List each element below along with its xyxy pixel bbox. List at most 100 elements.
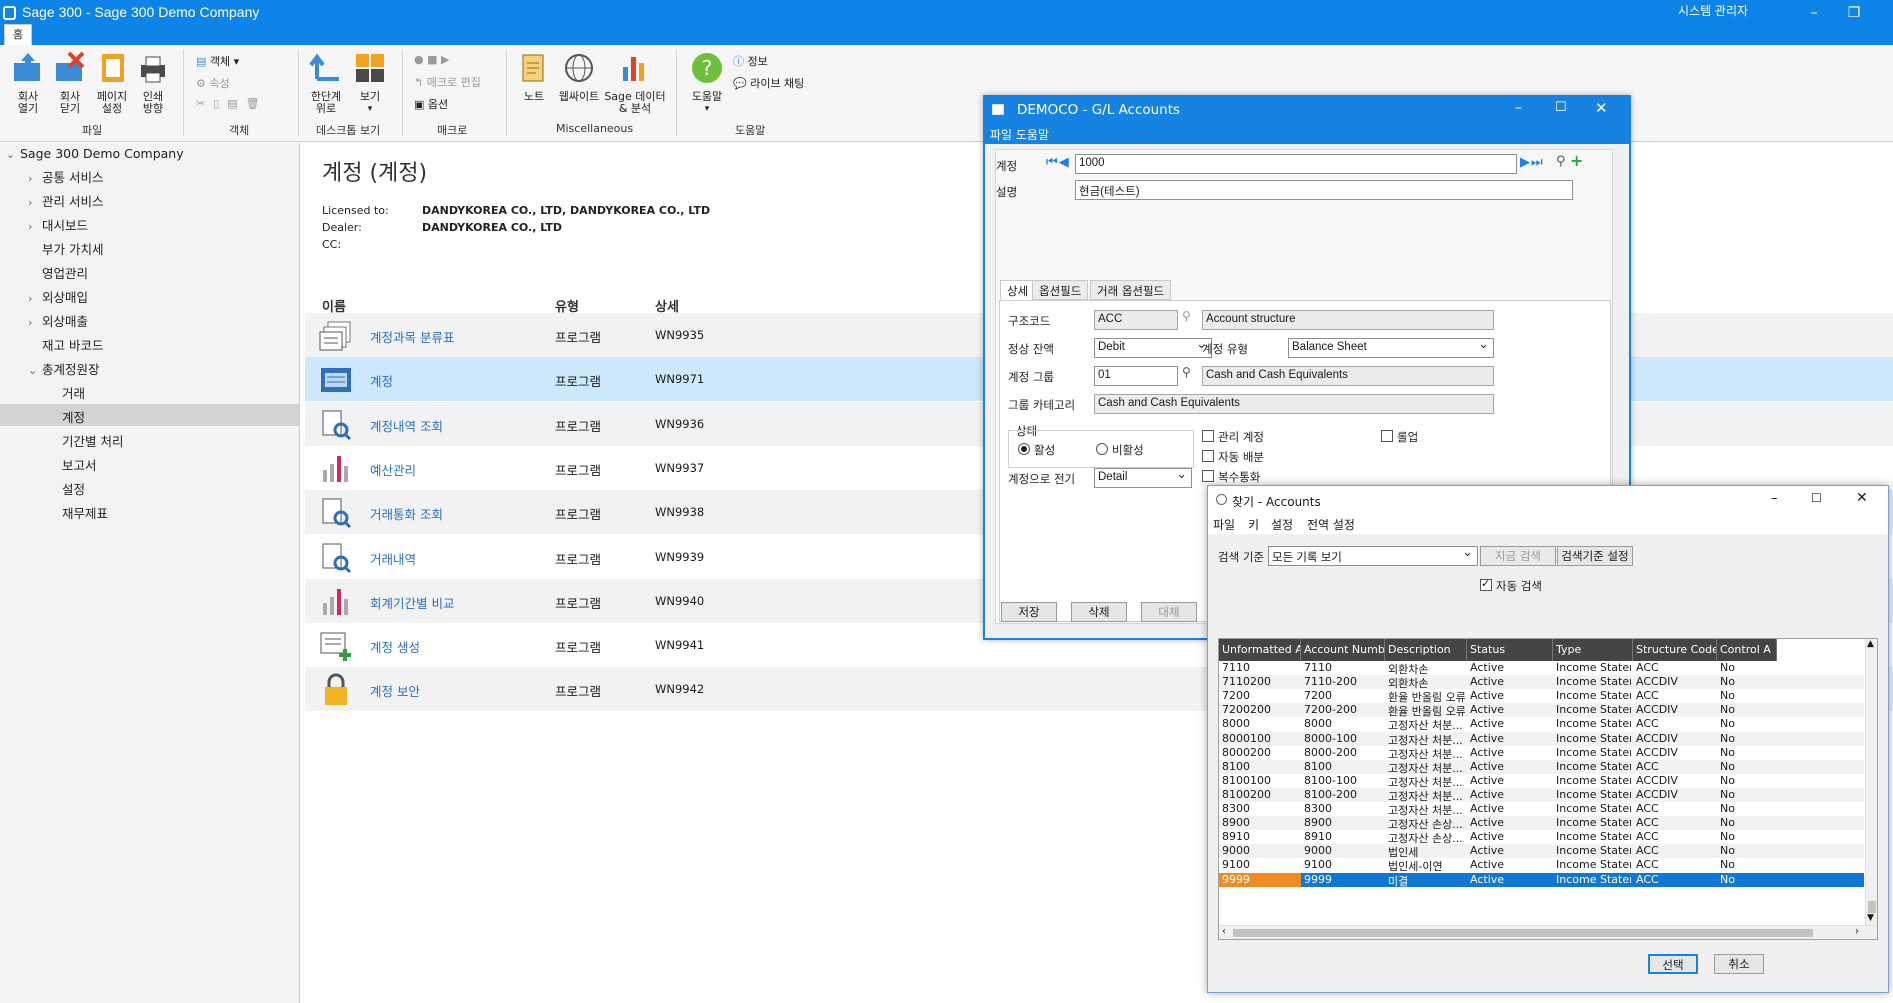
- grid-column-header[interactable]: Status: [1467, 639, 1553, 661]
- maximize-icon[interactable]: ☐: [1555, 100, 1567, 115]
- maximize-icon[interactable]: ☐: [1811, 491, 1822, 505]
- open-company-button[interactable]: 회사 열기: [8, 51, 48, 115]
- add-new-icon[interactable]: +: [1570, 151, 1583, 170]
- scroll-down-icon[interactable]: ▼: [1867, 913, 1874, 923]
- object-dropdown[interactable]: ▤ 객체 ▾: [196, 53, 239, 69]
- minimize-icon[interactable]: –: [1771, 491, 1778, 506]
- sidebar-item[interactable]: ⌄ 총계정원장: [28, 359, 100, 378]
- account-type-select[interactable]: Balance Sheet: [1288, 338, 1494, 358]
- grid-column-header[interactable]: Unformatted Ac...: [1219, 639, 1301, 661]
- grid-row[interactable]: 8000100 8000-100 고정자산 처분... Active Income St…: [1219, 731, 1864, 747]
- sidebar-item[interactable]: › 공통 서비스: [28, 167, 103, 186]
- grid-row[interactable]: 7200200 7200-200 환율 반올림 오류 Active Income Sta…: [1219, 703, 1864, 718]
- program-name[interactable]: 계정내역 조회: [370, 416, 443, 435]
- properties-button[interactable]: ⚙ 속성: [196, 75, 230, 91]
- nav-first-prev-icon[interactable]: ⏮◀: [1046, 155, 1070, 170]
- program-name[interactable]: 예산관리: [370, 460, 416, 479]
- sidebar-item[interactable]: › 대시보드: [28, 215, 88, 234]
- sidebar-item[interactable]: 재고 바코드: [28, 335, 103, 354]
- menu-global-settings[interactable]: 전역 설정: [1307, 516, 1355, 533]
- minimize-icon[interactable]: –: [1515, 100, 1522, 116]
- grid-column-header[interactable]: Account Number: [1301, 639, 1385, 661]
- auto-allocation-checkbox[interactable]: [1202, 450, 1214, 462]
- grid-row[interactable]: 8100100 8100-100 고정자산 처분... Active Income St…: [1219, 774, 1864, 789]
- restore-icon[interactable]: ❐: [1839, 1, 1869, 27]
- inactive-radio[interactable]: [1096, 443, 1108, 455]
- close-button-partial[interactable]: 대체: [1141, 602, 1197, 622]
- grid-row[interactable]: 91009100법인세-이연ActiveIncome StatementACCN…: [1219, 858, 1864, 873]
- scroll-left-icon[interactable]: ‹: [1222, 926, 1226, 937]
- help-button[interactable]: ? 도움말 ▾: [686, 51, 728, 115]
- auto-search-checkbox[interactable]: ✓: [1480, 577, 1492, 591]
- live-chat-button[interactable]: 💬 라이브 채팅: [733, 75, 804, 91]
- view-button[interactable]: 보기 ▾: [350, 51, 390, 115]
- sidebar-item[interactable]: › 외상매입: [28, 287, 88, 306]
- rollup-checkbox[interactable]: [1381, 430, 1393, 442]
- info-button[interactable]: ⓘ 정보: [733, 53, 768, 69]
- sage-data-analytics-button[interactable]: Sage 데이터 & 분석: [604, 51, 666, 115]
- notes-button[interactable]: 노트: [514, 51, 554, 103]
- vertical-scrollbar[interactable]: ▲ ▼: [1865, 639, 1877, 925]
- sidebar-item[interactable]: 영업관리: [28, 263, 88, 282]
- program-name[interactable]: 계정 생성: [370, 637, 420, 656]
- close-company-button[interactable]: 회사 닫기: [50, 51, 90, 115]
- macro-record-icons[interactable]: ● ■ ▶: [414, 53, 449, 66]
- sidebar-subitem[interactable]: 설정: [0, 476, 299, 498]
- minimize-icon[interactable]: –: [1799, 1, 1829, 27]
- cancel-button[interactable]: 취소: [1714, 954, 1764, 974]
- sidebar-item[interactable]: › 외상매출: [28, 311, 88, 330]
- nav-next-last-icon[interactable]: ▶⏭: [1520, 155, 1544, 170]
- program-name[interactable]: 회계기간별 비교: [370, 593, 454, 612]
- grid-row[interactable]: 8000200 8000-200 고정자산 처분... Active Income St…: [1219, 746, 1864, 761]
- tab-home[interactable]: 홈: [4, 24, 32, 45]
- gl-tab[interactable]: 거래 옵션필드: [1090, 280, 1172, 300]
- grid-row[interactable]: 89108910고정자산 손상...ActiveIncome Statement…: [1219, 830, 1864, 845]
- hscrollbar-thumb[interactable]: [1233, 929, 1813, 937]
- scroll-up-icon[interactable]: ▲: [1867, 639, 1874, 649]
- program-name[interactable]: 계정: [370, 371, 393, 390]
- macro-edit-button[interactable]: ↰ 매크로 편집: [414, 74, 481, 90]
- active-radio[interactable]: [1018, 443, 1030, 455]
- sidebar-subitem[interactable]: 기간별 처리: [0, 428, 299, 450]
- tree-root[interactable]: ⌄ Sage 300 Demo Company: [6, 146, 184, 161]
- grid-row[interactable]: 71102007110-200외환차손ActiveIncome Statemen…: [1219, 675, 1864, 690]
- sidebar-subitem[interactable]: 계정: [0, 404, 299, 426]
- program-name[interactable]: 거래내역: [370, 549, 416, 568]
- up-level-button[interactable]: 한단계 위로: [306, 51, 346, 115]
- scrollbar-thumb[interactable]: [1868, 901, 1876, 913]
- grid-column-header[interactable]: Structure Code: [1633, 639, 1717, 661]
- program-name[interactable]: 거래통화 조회: [370, 504, 443, 523]
- multicurrency-checkbox[interactable]: [1202, 470, 1214, 482]
- sidebar-subitem[interactable]: 거래: [0, 380, 299, 402]
- set-criteria-button[interactable]: 검색기준 설정: [1557, 546, 1633, 566]
- sidebar-subitem[interactable]: 보고서: [0, 452, 299, 474]
- page-setup-button[interactable]: 페이지 설정: [92, 51, 132, 115]
- close-icon[interactable]: ✕: [1856, 490, 1868, 506]
- program-name[interactable]: 계정 보안: [370, 681, 420, 700]
- edit-tools-icons[interactable]: ✂▯▤🗑: [196, 97, 268, 110]
- grid-column-header[interactable]: Type: [1553, 639, 1633, 661]
- macro-options-button[interactable]: ▣ 옵션: [414, 96, 448, 112]
- select-button[interactable]: 선택: [1648, 954, 1698, 974]
- gl-tab[interactable]: 상세: [1000, 280, 1036, 300]
- sidebar-item[interactable]: › 관리 서비스: [28, 191, 103, 210]
- grid-row[interactable]: 8100200 8100-200 고정자산 처분... Active Income St…: [1219, 787, 1864, 803]
- gl-menu-items[interactable]: 파일 도움말: [990, 126, 1049, 143]
- control-account-checkbox[interactable]: [1202, 430, 1214, 442]
- menu-settings[interactable]: 설정: [1271, 516, 1293, 533]
- delete-button[interactable]: 삭제: [1071, 602, 1127, 622]
- menu-file[interactable]: 파일: [1213, 516, 1235, 533]
- finder-search-icon[interactable]: ⚲: [1182, 309, 1191, 323]
- normal-balance-select[interactable]: Debit: [1094, 338, 1212, 358]
- grid-row[interactable]: 89008900고정자산 손상...ActiveIncome Statement…: [1219, 816, 1864, 831]
- scroll-right-icon[interactable]: ›: [1855, 926, 1859, 937]
- current-user[interactable]: 시스템 관리자: [1678, 2, 1748, 19]
- post-to-account-select[interactable]: Detail: [1094, 468, 1192, 488]
- gl-tab[interactable]: 옵션필드: [1032, 280, 1089, 300]
- finder-search-icon[interactable]: ⚲: [1556, 154, 1566, 169]
- finder-search-icon[interactable]: ⚲: [1182, 365, 1191, 379]
- structure-code-field[interactable]: ACC: [1094, 310, 1178, 330]
- grid-column-header[interactable]: Control A: [1717, 639, 1777, 661]
- grid-row[interactable]: 72007200환율 반올림 오류ActiveIncome StatementA…: [1219, 689, 1864, 704]
- program-name[interactable]: 계정과목 분류표: [370, 327, 454, 346]
